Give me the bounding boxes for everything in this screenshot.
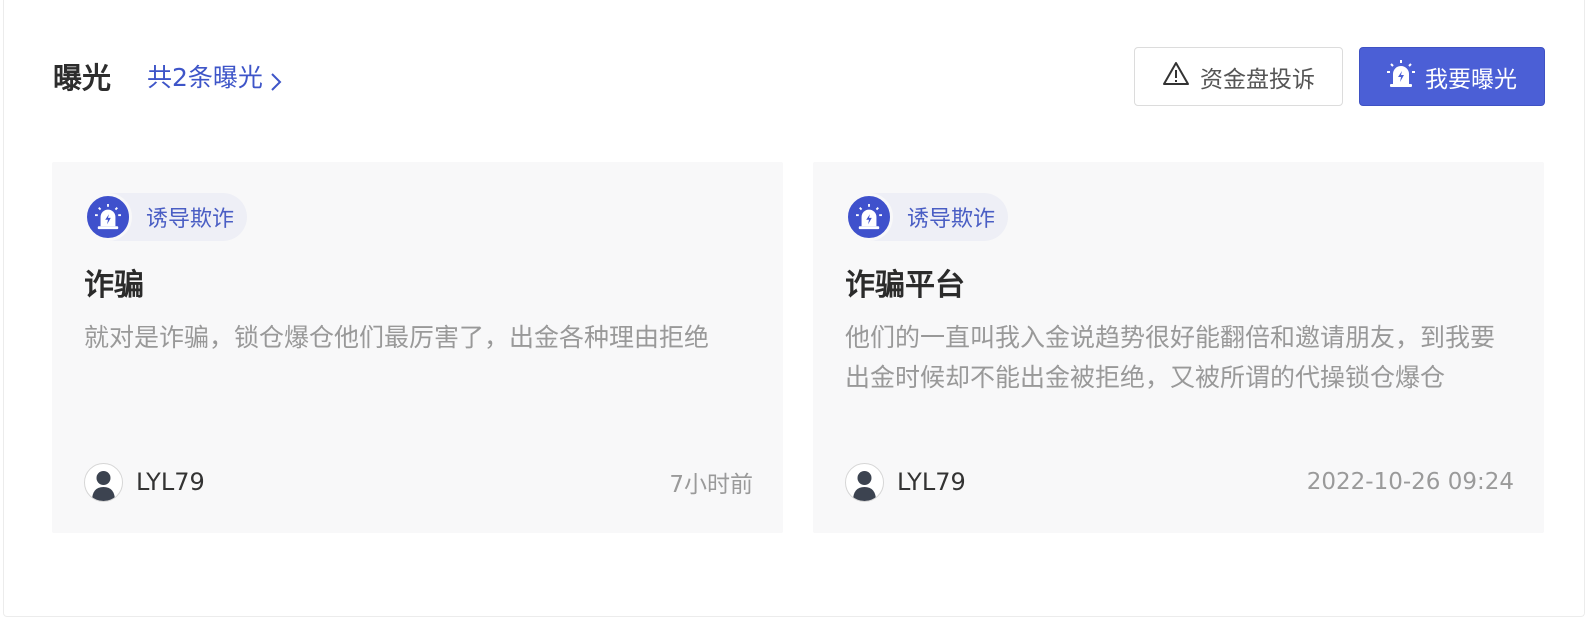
- exposure-card[interactable]: 诱导欺诈 诈骗平台 他们的一直叫我入金说趋势很好能翻倍和邀请朋友，到我要出金时候…: [813, 162, 1544, 533]
- warning-triangle-icon: [1162, 61, 1190, 93]
- siren-alarm-icon: [1387, 59, 1415, 95]
- card-author[interactable]: LYL79: [845, 462, 966, 502]
- expose-button[interactable]: 我要曝光: [1359, 47, 1545, 106]
- post-time: 7小时前: [669, 472, 753, 498]
- default-user-avatar-icon: [84, 462, 123, 502]
- siren-alarm-icon: [84, 193, 132, 241]
- category-tag: 诱导欺诈: [84, 193, 248, 241]
- exposure-header: 曝光 共2条曝光 资金盘投诉 我要曝光: [4, 0, 1584, 150]
- exposure-count-link[interactable]: 共2条曝光: [147, 60, 283, 96]
- card-description: 他们的一直叫我入金说趋势很好能翻倍和邀请朋友，到我要出金时候却不能出金被拒绝，又…: [845, 323, 1496, 392]
- exposure-panel: 曝光 共2条曝光 资金盘投诉 我要曝光 诱导欺诈 诈骗 就对是诈骗，锁仓爆仓他们…: [3, 0, 1585, 617]
- author-name: LYL79: [136, 468, 205, 496]
- expose-label: 我要曝光: [1425, 66, 1517, 93]
- card-author[interactable]: LYL79: [84, 462, 205, 502]
- exposure-card[interactable]: 诱导欺诈 诈骗 就对是诈骗，锁仓爆仓他们最厉害了，出金各种理由拒绝 LYL79 …: [52, 162, 783, 533]
- siren-alarm-icon: [845, 193, 893, 241]
- category-tag-label: 诱导欺诈: [146, 207, 235, 232]
- default-user-avatar-icon: [845, 462, 884, 502]
- category-tag: 诱导欺诈: [845, 193, 1009, 241]
- chevron-right-icon: [269, 67, 283, 91]
- category-tag-label: 诱导欺诈: [907, 207, 996, 232]
- section-title: 曝光: [53, 61, 112, 95]
- card-title[interactable]: 诈骗平台: [845, 266, 965, 306]
- card-footer: LYL79 7小时前: [84, 462, 753, 502]
- post-time: 2022-10-26 09:24: [1306, 469, 1514, 495]
- exposure-count-label: 共2条曝光: [147, 63, 263, 92]
- card-footer: LYL79 2022-10-26 09:24: [845, 462, 1514, 502]
- author-name: LYL79: [897, 468, 966, 496]
- fund-complaint-button[interactable]: 资金盘投诉: [1134, 47, 1343, 106]
- card-description: 就对是诈骗，锁仓爆仓他们最厉害了，出金各种理由拒绝: [84, 323, 710, 352]
- fund-complaint-label: 资金盘投诉: [1200, 66, 1315, 93]
- card-title[interactable]: 诈骗: [84, 266, 144, 306]
